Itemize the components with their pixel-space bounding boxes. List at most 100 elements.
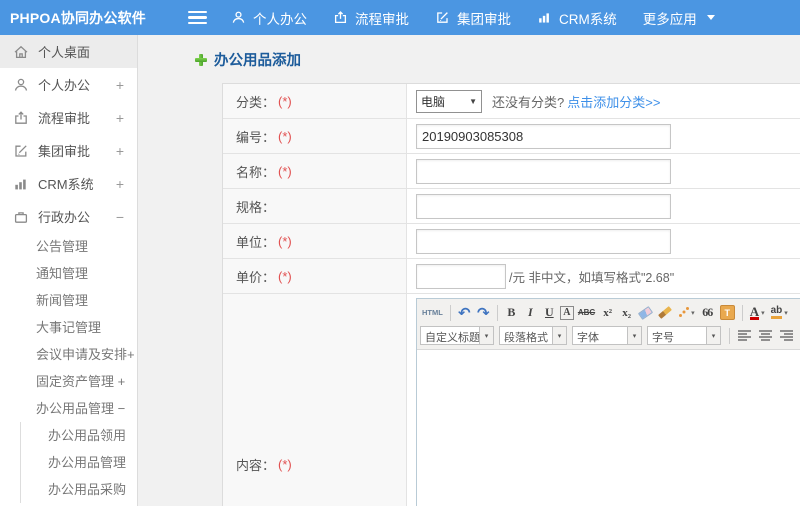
add-plus-icon: [195, 53, 207, 66]
topbar: PHPOA协同办公软件 个人办公 流程审批 集团审批 CRM系统 更多应用: [0, 0, 800, 35]
user-icon: [13, 77, 29, 93]
sidebar-item-notice-mgmt[interactable]: 通知管理: [0, 260, 137, 287]
nav-label: CRM系统: [559, 11, 617, 27]
superscript-button[interactable]: x²: [599, 303, 616, 322]
italic-button[interactable]: I: [522, 303, 539, 322]
brand-logo[interactable]: PHPOA协同办公软件: [0, 8, 176, 28]
sidebar-item-admin-office[interactable]: 行政办公 −: [0, 200, 137, 233]
paste-as-text-button[interactable]: T: [718, 303, 737, 322]
expand-toggle[interactable]: +: [116, 77, 124, 93]
sidebar-item-desktop[interactable]: 个人桌面: [0, 35, 137, 68]
field-value: HTML ↶ ↷ B I U A ABC x² x₂ ▾ 66 T A ▾ ab…: [407, 294, 800, 506]
sidebar-item-crm[interactable]: CRM系统 +: [0, 167, 137, 200]
category-select[interactable]: 电脑 ▼: [416, 89, 482, 113]
align-right-button[interactable]: [777, 326, 796, 345]
source-code-button[interactable]: HTML: [420, 303, 445, 322]
sidebar-item-supplies-purchase[interactable]: 办公用品采购: [21, 476, 137, 503]
field-value: [407, 189, 800, 223]
subscript-button[interactable]: x₂: [618, 303, 635, 322]
sidebar-item-events-mgmt[interactable]: 大事记管理: [0, 314, 137, 341]
font-size-select[interactable]: 字号 ▾: [647, 326, 721, 345]
underline-button[interactable]: U: [541, 303, 558, 322]
sidebar-label: CRM系统: [38, 177, 94, 192]
undo-button[interactable]: ↶: [456, 303, 473, 322]
field-label: 单位： (*): [223, 224, 407, 258]
unit-input[interactable]: [416, 228, 671, 254]
home-icon: [13, 44, 29, 60]
field-value: 电脑 ▼ 还没有分类? 点击添加分类>>: [407, 84, 800, 118]
caret-down-icon: ▾: [784, 309, 788, 317]
nav-more-apps[interactable]: 更多应用: [643, 8, 715, 28]
nav-personal-office[interactable]: 个人办公: [231, 8, 307, 28]
nav-workflow-approval[interactable]: 流程审批: [333, 8, 409, 28]
toolbar-separator: [741, 304, 743, 321]
blockquote-button[interactable]: 66: [699, 303, 716, 322]
nav-crm-system[interactable]: CRM系统: [537, 8, 617, 28]
field-label: 名称： (*): [223, 154, 407, 188]
editor-content-area[interactable]: [417, 350, 800, 506]
expand-toggle[interactable]: −: [116, 209, 124, 225]
form-row-content: 内容： (*) HTML ↶ ↷ B I U A ABC x² x₂ ▾ 66 …: [223, 294, 800, 506]
sidebar-label: 行政办公: [38, 210, 91, 225]
heading-select[interactable]: 自定义标题 ▾: [420, 326, 494, 345]
page-title: 办公用品添加: [195, 49, 800, 70]
expand-toggle[interactable]: +: [116, 143, 124, 159]
field-label: 编号： (*): [223, 119, 407, 153]
sidebar-item-supplies-mgmt[interactable]: 办公用品管理 −: [0, 395, 137, 422]
align-left-button[interactable]: [735, 326, 754, 345]
sidebar-item-supplies-manage[interactable]: 办公用品管理: [21, 449, 137, 476]
font-style-button[interactable]: A: [559, 305, 574, 320]
expand-toggle[interactable]: +: [116, 176, 124, 192]
sidebar-item-personal-office[interactable]: 个人办公 +: [0, 68, 137, 101]
form-row-unit: 单位： (*): [223, 224, 800, 259]
caret-down-icon: ▾: [691, 309, 695, 317]
strikethrough-button[interactable]: ABC: [576, 303, 597, 322]
editor-toolbar-row-2: 自定义标题 ▾ 段落格式 ▾ 字体 ▾ 字号 ▾: [420, 324, 800, 347]
sidebar-item-announcement-mgmt[interactable]: 公告管理: [0, 233, 137, 260]
align-center-button[interactable]: [756, 326, 775, 345]
name-input[interactable]: [416, 158, 671, 184]
quick-format-button[interactable]: ▾: [676, 303, 697, 322]
menu-toggle-icon[interactable]: [188, 10, 207, 25]
font-color-button[interactable]: A ▾: [748, 303, 767, 322]
add-category-link[interactable]: 点击添加分类>>: [567, 92, 660, 111]
sidebar-label: 集团审批: [38, 144, 91, 159]
form-row-price: 单价： (*) /元 非中文，如填写格式"2.68": [223, 259, 800, 294]
sidebar-item-workflow-approval[interactable]: 流程审批 +: [0, 101, 137, 134]
remove-format-button[interactable]: [637, 303, 654, 322]
toolbar-separator: [496, 304, 498, 321]
format-brush-button[interactable]: [656, 303, 674, 322]
toolbar-separator: [729, 327, 730, 344]
align-left-icon: [738, 330, 751, 341]
required-mark: (*): [278, 128, 292, 144]
field-label: 分类： (*): [223, 84, 407, 118]
redo-button[interactable]: ↷: [475, 303, 492, 322]
sidebar-item-group-approval[interactable]: 集团审批 +: [0, 134, 137, 167]
sidebar-item-supplies-claim[interactable]: 办公用品领用: [21, 422, 137, 449]
editor-toolbar-row-1: HTML ↶ ↷ B I U A ABC x² x₂ ▾ 66 T A ▾ ab…: [420, 301, 800, 324]
eraser-icon: [638, 305, 654, 320]
nav-group-approval[interactable]: 集团审批: [435, 8, 511, 28]
required-mark: (*): [278, 268, 292, 284]
clipboard-icon: T: [719, 305, 735, 320]
expand-toggle[interactable]: +: [116, 110, 124, 126]
form-row-number: 编号： (*): [223, 119, 800, 154]
highlight-color-button[interactable]: ab ▾: [769, 303, 790, 322]
field-value: [407, 224, 800, 258]
sidebar-item-assets-mgmt[interactable]: 固定资产管理 +: [0, 368, 137, 395]
sidebar-item-meeting-mgmt[interactable]: 会议申请及安排+: [0, 341, 137, 368]
field-value: [407, 119, 800, 153]
sidebar-item-news-mgmt[interactable]: 新闻管理: [0, 287, 137, 314]
user-icon: [231, 10, 246, 25]
number-input[interactable]: [416, 123, 671, 149]
paragraph-format-select[interactable]: 段落格式 ▾: [499, 326, 567, 345]
chevron-down-icon: ▼: [469, 96, 477, 106]
price-format-hint: /元 非中文，如填写格式"2.68": [509, 270, 675, 285]
spec-input[interactable]: [416, 193, 671, 219]
field-value: [407, 154, 800, 188]
font-family-select[interactable]: 字体 ▾: [572, 326, 642, 345]
chevron-down-icon: ▾: [706, 327, 720, 344]
price-input[interactable]: [416, 263, 506, 289]
bold-button[interactable]: B: [503, 303, 520, 322]
edit-square-icon: [13, 143, 29, 159]
